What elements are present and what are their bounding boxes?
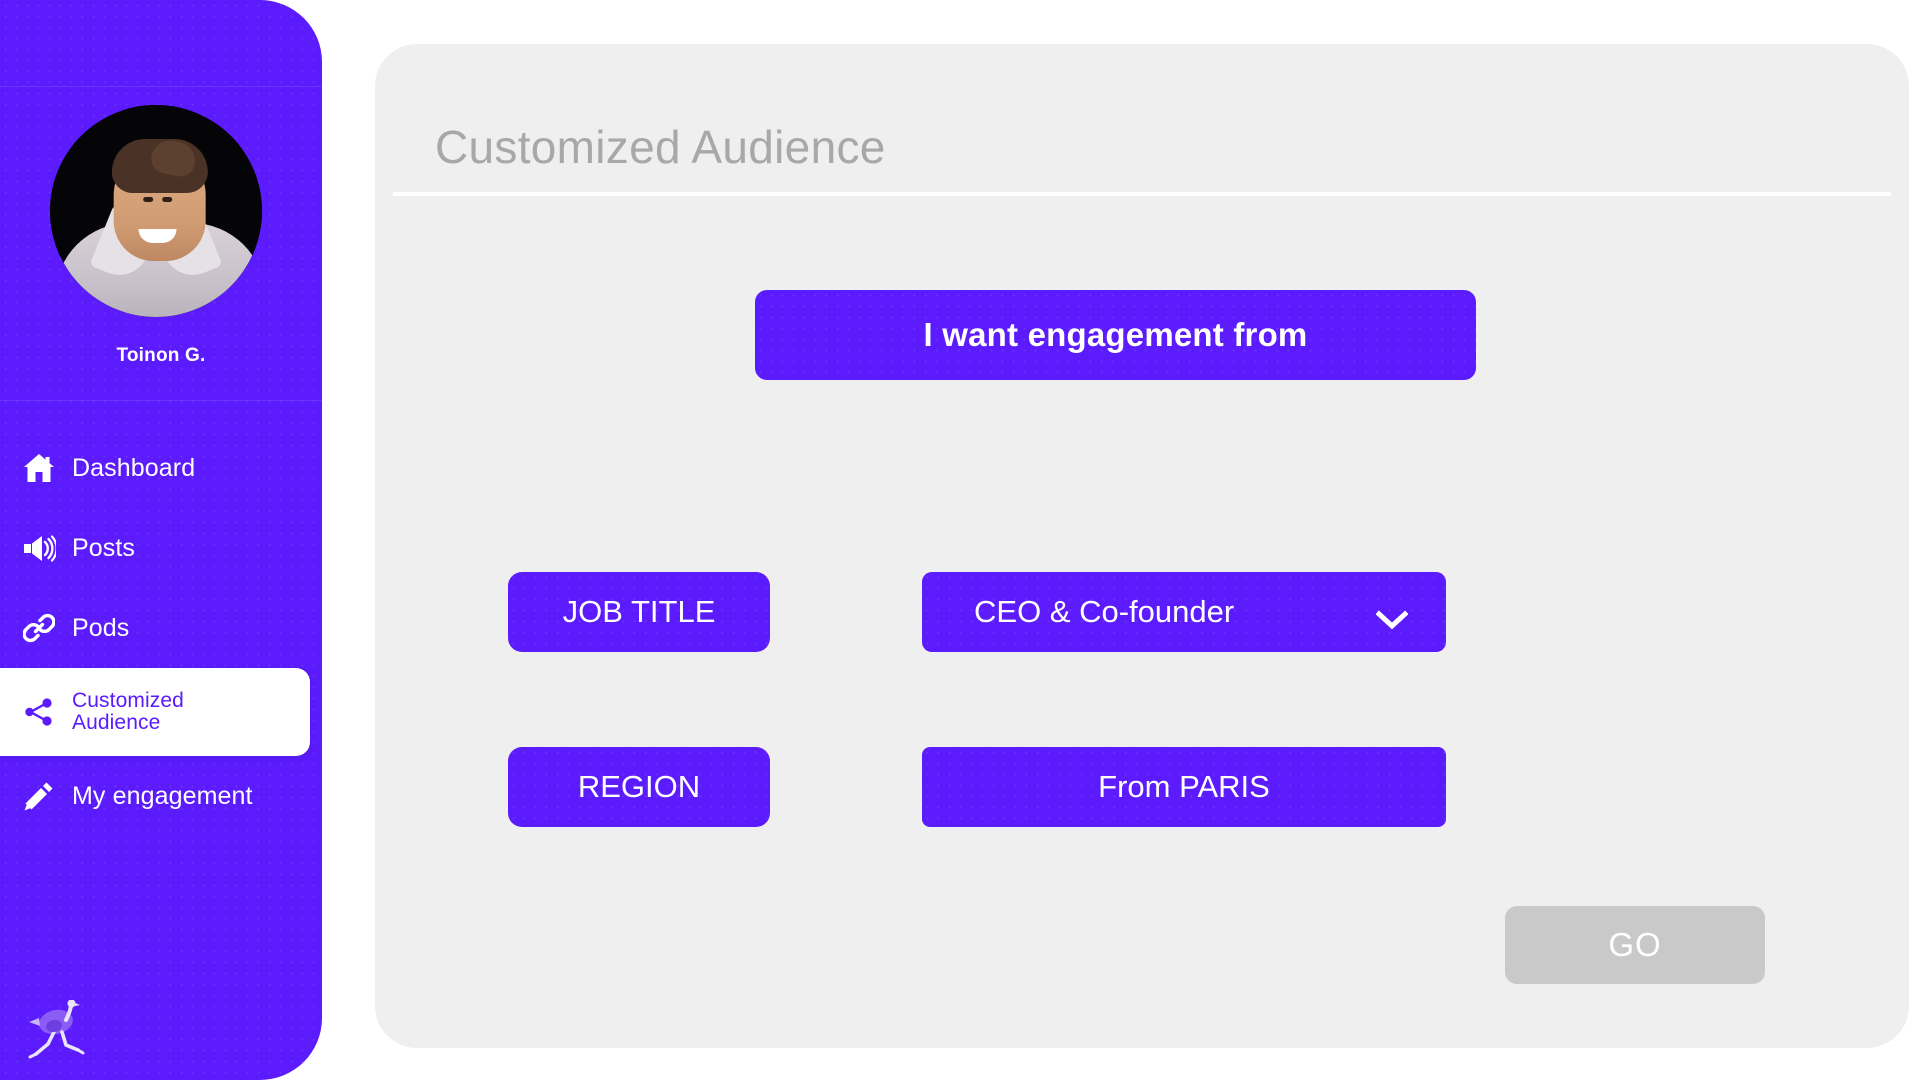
megaphone-icon bbox=[22, 531, 56, 565]
avatar-eye-right bbox=[162, 197, 173, 202]
sidebar-top-divider bbox=[0, 86, 322, 87]
ostrich-logo bbox=[26, 999, 92, 1062]
job-title-value: CEO & Co-founder bbox=[974, 594, 1235, 629]
sidebar-item-label: Customized Audience bbox=[72, 688, 184, 734]
sidebar-item-customized-audience[interactable]: Customized Audience bbox=[0, 668, 310, 756]
share-nodes-icon bbox=[22, 695, 56, 729]
sidebar-item-label: Pods bbox=[72, 613, 130, 642]
engagement-prompt-button[interactable]: I want engagement from bbox=[755, 290, 1476, 380]
home-icon bbox=[22, 451, 56, 485]
sidebar-item-label: Dashboard bbox=[72, 453, 196, 482]
sidebar-username: Toinon G. bbox=[116, 345, 206, 366]
sidebar-item-label: My engagement bbox=[72, 781, 253, 810]
avatar-eye-left bbox=[143, 197, 154, 202]
sidebar-nav: Dashboard Posts Pods Customized Audience… bbox=[0, 428, 322, 836]
region-value-button[interactable]: From PARIS bbox=[922, 747, 1446, 827]
go-button[interactable]: GO bbox=[1505, 906, 1765, 984]
sidebar-item-dashboard[interactable]: Dashboard bbox=[0, 428, 322, 508]
link-icon bbox=[22, 611, 56, 645]
page-title: Customized Audience bbox=[435, 121, 886, 173]
app-root: Toinon G. Dashboard Posts Pods Customize… bbox=[0, 0, 1920, 1080]
job-title-dropdown[interactable]: CEO & Co-founder bbox=[922, 572, 1446, 652]
region-label-button[interactable]: REGION bbox=[508, 747, 770, 827]
job-title-label-button[interactable]: JOB TITLE bbox=[508, 572, 770, 652]
avatar bbox=[50, 105, 262, 317]
sidebar-item-my-engagement[interactable]: My engagement bbox=[0, 756, 322, 836]
title-divider bbox=[393, 192, 1891, 196]
sidebar-item-posts[interactable]: Posts bbox=[0, 508, 322, 588]
avatar-photo bbox=[50, 105, 262, 317]
pencil-icon bbox=[22, 779, 56, 813]
sidebar: Toinon G. Dashboard Posts Pods Customize… bbox=[0, 0, 322, 1080]
sidebar-divider bbox=[0, 400, 322, 401]
sidebar-item-label: Posts bbox=[72, 533, 136, 562]
chevron-down-icon bbox=[1375, 602, 1409, 630]
sidebar-item-pods[interactable]: Pods bbox=[0, 588, 322, 668]
main-card: Customized Audience I want engagement fr… bbox=[375, 44, 1909, 1048]
